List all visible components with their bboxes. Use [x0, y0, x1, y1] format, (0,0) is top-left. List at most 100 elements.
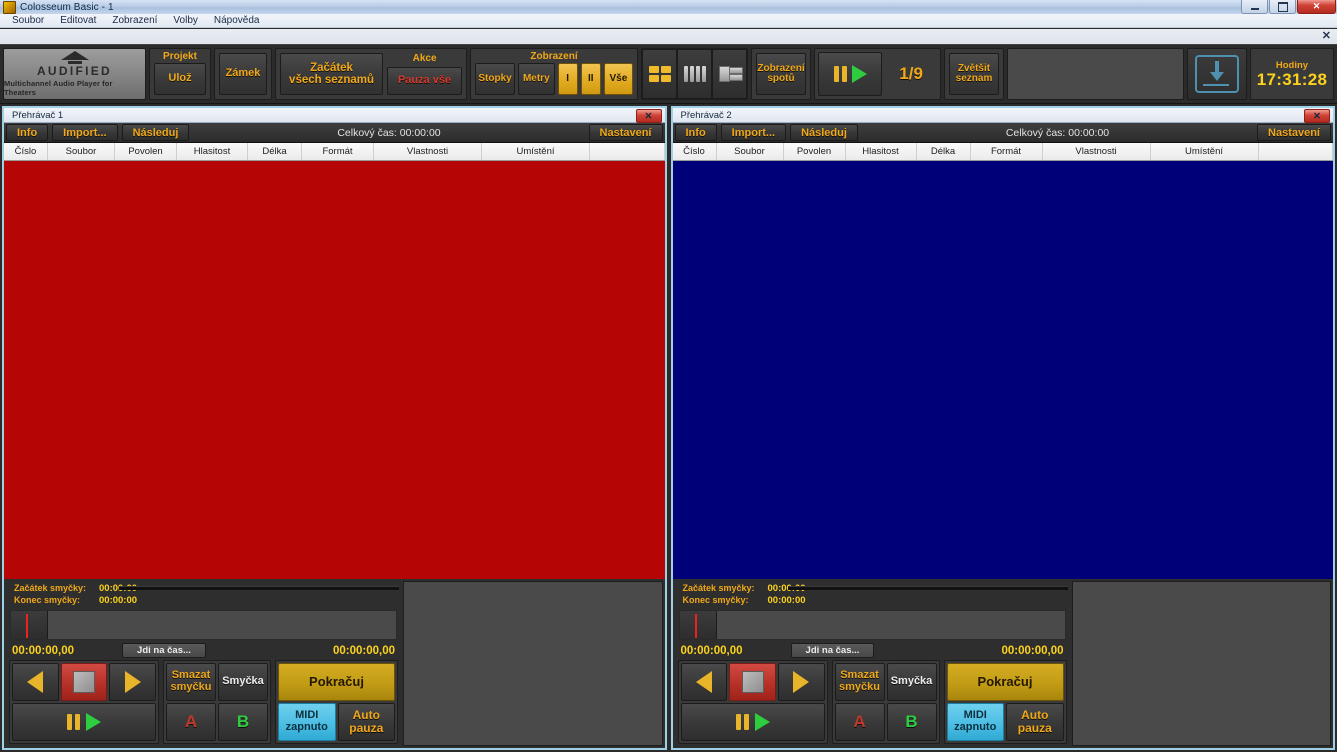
- player2-previous-button[interactable]: [680, 663, 728, 701]
- column-header-vlastnosti[interactable]: Vlastnosti: [1043, 143, 1151, 160]
- player1-playpause-button[interactable]: [12, 703, 156, 741]
- player2-clear-loop-button[interactable]: Smazat smyčku: [834, 663, 885, 701]
- spots-view-button[interactable]: Zobrazení spotů: [756, 53, 806, 95]
- view-button-vse[interactable]: Vše: [603, 63, 634, 95]
- player2-loop-b-button[interactable]: B: [886, 703, 937, 741]
- player2-next-button[interactable]: [777, 663, 825, 701]
- project-group: Projekt Ulož: [149, 48, 211, 100]
- column-header-hlasitost[interactable]: Hlasitost: [846, 143, 917, 160]
- player1-bottom: Začátek smyčky: 00:00:00 Konec smyčky: 0…: [4, 579, 665, 748]
- column-header-povolen[interactable]: Povolen: [115, 143, 177, 160]
- menu-item-volby[interactable]: Volby: [165, 15, 205, 26]
- player2-follow-button[interactable]: Následuj: [790, 124, 858, 141]
- player2-settings-button[interactable]: Nastavení: [1257, 124, 1331, 141]
- player1-time-row: 00:00:00,00 Jdi na čas... 00:00:00,00: [12, 643, 395, 658]
- player2-info-button[interactable]: Info: [674, 124, 717, 141]
- menu-item-napoveda[interactable]: Nápověda: [206, 15, 268, 26]
- player2-transport-block: [677, 660, 828, 744]
- view-button-ii[interactable]: II: [580, 63, 601, 95]
- player2-playpause-button[interactable]: [680, 703, 825, 741]
- player1-loop-b-button[interactable]: B: [218, 703, 268, 741]
- column-header-povolen[interactable]: Povolen: [784, 143, 846, 160]
- player1-controls: Začátek smyčky: 00:00:00 Konec smyčky: 0…: [4, 579, 403, 748]
- column-header-extra[interactable]: [590, 143, 665, 160]
- player2-loop-button[interactable]: Smyčka: [886, 663, 937, 701]
- column-header-umisteni[interactable]: Umístění: [482, 143, 590, 160]
- player2-playlist[interactable]: [672, 161, 1333, 579]
- player1-auto-pause-button[interactable]: Auto pauza: [337, 703, 395, 741]
- player1-waveform-strip[interactable]: [10, 610, 397, 640]
- play-icon: [86, 713, 101, 731]
- column-header-hlasitost[interactable]: Hlasitost: [177, 143, 248, 160]
- column-header-cislo[interactable]: Číslo: [4, 143, 48, 160]
- minimize-button[interactable]: [1241, 0, 1268, 14]
- view-button-i[interactable]: I: [557, 63, 578, 95]
- player1-loop-a-button[interactable]: A: [166, 703, 216, 741]
- column-header-umisteni[interactable]: Umístění: [1151, 143, 1259, 160]
- start-all-lists-button[interactable]: Začátek všech seznamů: [280, 53, 384, 95]
- action-group-label: Akce: [412, 53, 437, 64]
- maximize-button[interactable]: [1269, 0, 1296, 14]
- column-header-cislo[interactable]: Číslo: [673, 143, 717, 160]
- player2-empty-panel: [1071, 581, 1331, 746]
- player1-title: Přehrávač 1: [12, 109, 64, 121]
- player1-playlist[interactable]: [4, 161, 665, 579]
- view-button-stopky[interactable]: Stopky: [475, 63, 516, 95]
- cascade-icon[interactable]: [712, 49, 747, 99]
- view-button-metry[interactable]: Metry: [518, 63, 555, 95]
- player1-stop-button[interactable]: [60, 663, 108, 701]
- menu-item-zobrazeni[interactable]: Zobrazení: [104, 15, 165, 26]
- player1-goto-time-button[interactable]: Jdi na čas...: [122, 643, 206, 658]
- menu-item-editovat[interactable]: Editovat: [52, 15, 104, 26]
- global-playpause-button[interactable]: [818, 52, 883, 96]
- pause-all-button[interactable]: Pauza vše: [387, 67, 462, 95]
- player1-previous-button[interactable]: [12, 663, 59, 701]
- player1-import-button[interactable]: Import...: [52, 124, 118, 141]
- player2-close-button[interactable]: ✕: [1304, 109, 1330, 123]
- player2-loop-end-value: 00:00:00: [767, 594, 806, 606]
- column-header-soubor[interactable]: Soubor: [48, 143, 115, 160]
- column-header-format[interactable]: Formát: [302, 143, 374, 160]
- player1-loop-button[interactable]: Smyčka: [218, 663, 268, 701]
- player2-waveform-strip[interactable]: [678, 610, 1066, 640]
- player1-close-button[interactable]: ✕: [635, 109, 662, 123]
- column-header-delka[interactable]: Délka: [917, 143, 971, 160]
- player2-auto-pause-button[interactable]: Auto pauza: [1006, 703, 1064, 741]
- player1-follow-button[interactable]: Následuj: [121, 124, 190, 141]
- player2-import-button[interactable]: Import...: [720, 124, 787, 141]
- player1-settings-button[interactable]: Nastavení: [588, 124, 663, 141]
- player1-midi-button[interactable]: MIDI zapnuto: [278, 703, 336, 741]
- player2-loop-a-button[interactable]: A: [834, 703, 885, 741]
- download-button[interactable]: [1187, 48, 1247, 100]
- close-button[interactable]: ✕: [1297, 0, 1336, 14]
- player1-playhead-handle[interactable]: [11, 611, 48, 639]
- players-container: Přehrávač 1 ✕ Info Import... Následuj Ce…: [0, 104, 1337, 752]
- player-window-1: Přehrávač 1 ✕ Info Import... Následuj Ce…: [2, 106, 667, 750]
- player2-stop-button[interactable]: [729, 663, 776, 701]
- player-window-2: Přehrávač 2 ✕ Info Import... Následuj Ce…: [670, 106, 1335, 750]
- menu-item-soubor[interactable]: Soubor: [4, 15, 52, 26]
- player2-elapsed-time: 00:00:00,00: [680, 644, 743, 657]
- column-header-format[interactable]: Formát: [971, 143, 1043, 160]
- player1-info-button[interactable]: Info: [6, 124, 49, 141]
- application-window: Colosseum Basic - 1 ✕ Soubor Editovat Zo…: [0, 0, 1337, 752]
- player2-continue-button[interactable]: Pokračuj: [946, 663, 1064, 701]
- player2-midi-button[interactable]: MIDI zapnuto: [946, 703, 1004, 741]
- save-button[interactable]: Ulož: [154, 63, 206, 95]
- column-header-soubor[interactable]: Soubor: [717, 143, 784, 160]
- enlarge-list-button[interactable]: Zvětšit seznam: [949, 53, 999, 95]
- column-header-delka[interactable]: Délka: [248, 143, 302, 160]
- player1-continue-button[interactable]: Pokračuj: [278, 663, 395, 701]
- grid-2x2-icon[interactable]: [642, 49, 677, 99]
- player1-next-button[interactable]: [109, 663, 157, 701]
- player2-goto-time-button[interactable]: Jdi na čas...: [790, 643, 875, 658]
- column-header-vlastnosti[interactable]: Vlastnosti: [374, 143, 482, 160]
- player2-playhead-handle[interactable]: [679, 611, 717, 639]
- columns-icon[interactable]: [677, 49, 712, 99]
- mdi-close-icon[interactable]: ✕: [1322, 30, 1331, 42]
- lock-button[interactable]: Zámek: [219, 53, 267, 95]
- player1-clear-loop-button[interactable]: Smazat smyčku: [166, 663, 216, 701]
- close-icon: ✕: [1312, 1, 1321, 11]
- player2-titlebar: Přehrávač 2 ✕: [672, 108, 1333, 123]
- column-header-extra[interactable]: [1259, 143, 1333, 160]
